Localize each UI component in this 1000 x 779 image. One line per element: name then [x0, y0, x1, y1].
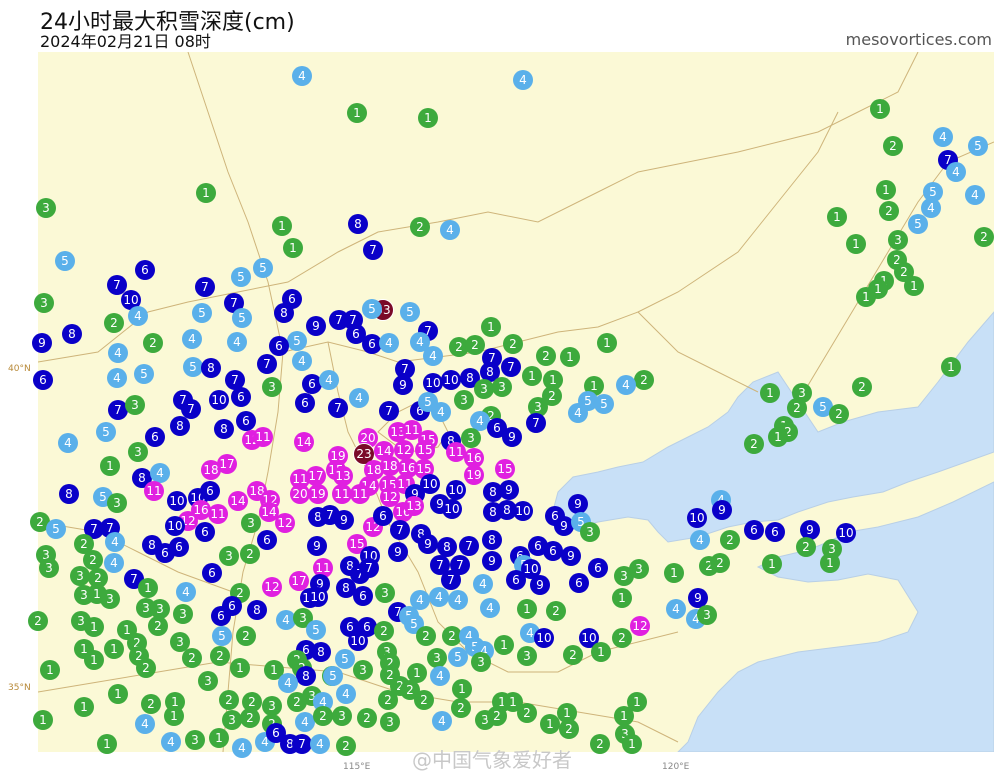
- map-timestamp: 2024年02月21日 08时: [40, 32, 211, 51]
- source-website[interactable]: mesovortices.com: [846, 30, 992, 49]
- sea-area: [549, 311, 994, 752]
- lon-label-115: 115°E: [343, 762, 371, 772]
- lat-label-40-outer: 40°N: [8, 364, 31, 374]
- map-panel[interactable]: 40°N 35°N: [38, 52, 994, 752]
- basemap: [38, 52, 994, 752]
- lon-label-120: 120°E: [662, 762, 690, 772]
- lat-label-35-outer: 35°N: [8, 683, 31, 693]
- weibo-watermark: @中国气象爱好者: [412, 748, 572, 772]
